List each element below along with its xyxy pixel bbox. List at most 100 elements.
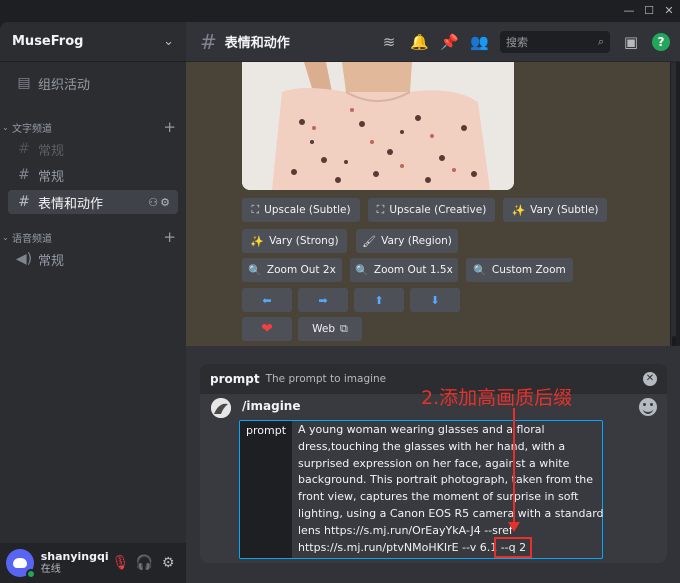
arrow-down-icon: ⬇ — [430, 293, 440, 307]
channel-title: 表情和动作 — [224, 36, 290, 51]
annotation-arrow-head — [508, 522, 520, 532]
paintbrush-icon: 🖌 — [362, 234, 377, 248]
upscale-creative-button[interactable]: ⛶ Upscale (Creative) — [368, 198, 495, 222]
annotation-highlight-box — [494, 537, 532, 558]
username: shanyingqi — [40, 550, 109, 563]
favorite-button[interactable]: ❤ — [242, 317, 292, 341]
speaker-icon: ◀) — [15, 251, 33, 267]
category-text-channels[interactable]: ⌄ 文字频道 + — [2, 118, 176, 136]
headphones-icon[interactable]: 🎧 — [132, 555, 156, 571]
search-input[interactable]: 搜索 ⌕ — [500, 30, 610, 53]
command-option-name: prompt — [210, 372, 260, 386]
member-list-icon[interactable]: 👥 — [470, 33, 489, 51]
slash-command-name: /imagine — [242, 399, 301, 413]
generated-image[interactable] — [242, 62, 514, 190]
zoom-out-2x-button[interactable]: 🔍 Zoom Out 2x — [242, 258, 342, 282]
add-channel-icon[interactable]: + — [163, 118, 176, 136]
add-channel-icon[interactable]: + — [163, 228, 176, 246]
upscale-subtle-button[interactable]: ⛶ Upscale (Subtle) — [242, 198, 360, 222]
server-name: MuseFrog — [12, 34, 84, 49]
prompt-option-value[interactable]: A young woman wearing glasses and a flor… — [298, 422, 604, 556]
sidebar-item-general[interactable]: # 常规 — [8, 163, 178, 187]
sidebar-item-label: 常规 — [38, 169, 65, 185]
hash-icon: # — [18, 141, 30, 157]
hash-icon: # — [18, 167, 30, 183]
user-settings-gear-icon[interactable]: ⚙ — [156, 555, 180, 571]
button-label: Vary (Subtle) — [530, 204, 599, 216]
zoom-out-1-5x-button[interactable]: 🔍 Zoom Out 1.5x — [350, 258, 458, 282]
minimize-button[interactable]: — — [622, 4, 636, 18]
magic-wand-icon: ✨ — [250, 234, 265, 248]
notification-bell-icon[interactable]: 🔔 — [410, 33, 429, 51]
pan-down-button[interactable]: ⬇ — [410, 288, 460, 312]
threads-icon[interactable]: ≋ — [380, 33, 398, 51]
caret-down-icon: ⌄ — [2, 232, 9, 242]
arrow-up-icon: ⬆ — [374, 293, 384, 307]
bot-avatar — [211, 398, 231, 418]
web-link-button[interactable]: Web ⧉ — [298, 317, 362, 341]
close-icon[interactable]: ✕ — [643, 372, 657, 386]
search-placeholder: 搜索 — [506, 35, 528, 49]
button-label: Upscale (Creative) — [389, 204, 487, 216]
calendar-icon: ▤ — [17, 75, 31, 91]
category-label: 文字频道 — [12, 123, 52, 135]
button-label: Web — [312, 323, 336, 335]
user-status: 在线 — [40, 564, 61, 575]
arrow-left-icon: ⬅ — [262, 293, 272, 307]
sidebar-item-emotes[interactable]: # 表情和动作 ⚇⚙ — [8, 190, 178, 214]
maximize-button[interactable]: ☐ — [642, 4, 656, 18]
mute-mic-icon[interactable]: 🎙 — [109, 555, 133, 571]
magnifier-icon: 🔍 — [473, 263, 487, 277]
custom-zoom-button[interactable]: 🔍 Custom Zoom — [466, 258, 573, 282]
emoji-picker-icon[interactable] — [639, 398, 657, 416]
channel-header: # 表情和动作 ≋ 🔔 📌 👥 搜索 ⌕ ▣ ? — [186, 22, 680, 62]
sidebar-item-voice-general[interactable]: ◀) 常规 — [8, 247, 178, 271]
chevron-down-icon: ⌄ — [163, 34, 174, 49]
category-label: 语音频道 — [12, 233, 52, 245]
user-panel: shanyingqi 在线 🎙 🎧 ⚙ — [0, 543, 186, 583]
magnifier-icon: 🔍 — [248, 263, 262, 277]
pin-icon[interactable]: 📌 — [440, 33, 459, 51]
channel-settings-icons[interactable]: ⚇⚙ — [148, 196, 172, 209]
button-label: Vary (Region) — [381, 235, 452, 247]
discord-logo-icon — [12, 558, 27, 568]
vary-subtle-button[interactable]: ✨ Vary (Subtle) — [503, 198, 607, 222]
pan-right-button[interactable]: ➡ — [298, 288, 348, 312]
heart-icon: ❤ — [261, 321, 273, 337]
button-label: Upscale (Subtle) — [264, 204, 351, 216]
sidebar-item-label: 常规 — [38, 253, 65, 269]
search-icon: ⌕ — [597, 34, 604, 48]
title-bar: — ☐ ✕ — [0, 0, 680, 22]
help-icon[interactable]: ? — [652, 32, 670, 51]
server-header[interactable]: MuseFrog ⌄ — [0, 22, 186, 62]
prompt-option-label: prompt — [240, 421, 292, 558]
sidebar-item-label: 表情和动作 — [38, 196, 104, 212]
sidebar-item-general-muted[interactable]: # 常规 — [8, 137, 178, 161]
button-label: Zoom Out 1.5x — [373, 264, 453, 276]
close-window-button[interactable]: ✕ — [662, 4, 676, 18]
sidebar-item-label: 常规 — [38, 143, 65, 159]
channel-sidebar: MuseFrog ⌄ ▤ 组织活动 ⌄ 文字频道 + # 常规 # 常规 # 表… — [0, 22, 186, 583]
hash-icon: # — [18, 194, 30, 210]
pan-left-button[interactable]: ⬅ — [242, 288, 292, 312]
scrollbar-track[interactable] — [671, 62, 676, 346]
external-link-icon: ⧉ — [340, 322, 348, 335]
button-label: Zoom Out 2x — [266, 264, 336, 276]
vary-region-button[interactable]: 🖌 Vary (Region) — [356, 229, 458, 253]
inbox-icon[interactable]: ▣ — [622, 33, 640, 51]
category-voice-channels[interactable]: ⌄ 语音频道 + — [2, 228, 176, 246]
hash-icon: # — [200, 29, 217, 54]
vary-strong-button[interactable]: ✨ Vary (Strong) — [242, 229, 347, 253]
sidebar-item-events[interactable]: ▤ 组织活动 — [8, 71, 178, 95]
upscale-icon: ⛶ — [251, 203, 260, 216]
annotation-arrow-line — [513, 408, 515, 525]
magic-wand-icon: ✨ — [511, 203, 526, 217]
online-status-icon — [25, 569, 36, 579]
pan-up-button[interactable]: ⬆ — [354, 288, 404, 312]
avatar[interactable] — [6, 549, 36, 579]
arrow-right-icon: ➡ — [318, 293, 328, 307]
button-label: Vary (Strong) — [269, 235, 339, 247]
annotation-text: 2.添加高画质后缀 — [421, 387, 573, 409]
sidebar-item-label: 组织活动 — [38, 77, 91, 93]
message-area: ⛶ Upscale (Subtle) ⛶ Upscale (Creative) … — [186, 62, 670, 346]
